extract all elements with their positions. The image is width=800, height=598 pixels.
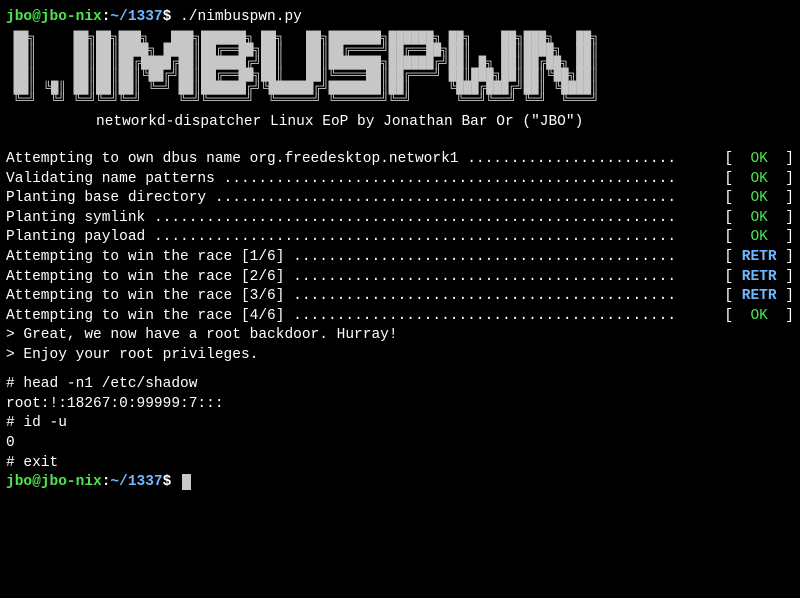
prompt-path: ~/1337 <box>110 474 162 490</box>
root-session-line: # head -n1 /etc/shadow <box>6 375 794 395</box>
log-line: Attempting to win the race [1/6] .......… <box>6 248 794 268</box>
log-dots: ........................................… <box>293 248 716 268</box>
log-label: Planting symlink <box>6 209 154 229</box>
log-dots: ........................................… <box>224 170 716 190</box>
prompt-user-host: jbo@jbo-nix <box>6 474 102 490</box>
prompt-user-host: jbo@jbo-nix <box>6 9 102 25</box>
log-status: [ OK ] <box>716 209 794 229</box>
log-label: Attempting to win the race [4/6] <box>6 307 293 327</box>
prompt-dollar: $ <box>163 9 172 25</box>
prompt-dollar: $ <box>163 474 172 490</box>
log-output: Attempting to own dbus name org.freedesk… <box>6 150 794 326</box>
log-dots: ........................................… <box>293 287 716 307</box>
log-line: Validating name patterns ...............… <box>6 170 794 190</box>
log-status: [ RETR ] <box>716 248 794 268</box>
log-line: Planting payload .......................… <box>6 228 794 248</box>
message-line: > Great, we now have a root backdoor. Hu… <box>6 326 794 346</box>
ascii-banner: ██╗ ██╗██╗███╗ ███╗██████╗ ██╗ ██╗██████… <box>6 32 794 107</box>
command-text: ./nimbuspwn.py <box>180 9 302 25</box>
log-label: Attempting to win the race [3/6] <box>6 287 293 307</box>
log-status: [ OK ] <box>716 307 794 327</box>
log-line: Attempting to win the race [3/6] .......… <box>6 287 794 307</box>
log-dots: ........................................… <box>293 307 716 327</box>
log-dots: ........................ <box>467 150 715 170</box>
log-label: Attempting to win the race [1/6] <box>6 248 293 268</box>
log-dots: ........................................… <box>154 228 716 248</box>
log-status: [ RETR ] <box>716 268 794 288</box>
root-session-line: # id -u <box>6 414 794 434</box>
log-label: Planting payload <box>6 228 154 248</box>
banner-subtitle: networkd-dispatcher Linux EoP by Jonatha… <box>6 113 794 133</box>
prompt-line: jbo@jbo-nix:~/1337$ ./nimbuspwn.py <box>6 8 794 28</box>
root-session-line: # exit <box>6 454 794 474</box>
log-line: Attempting to win the race [2/6] .......… <box>6 268 794 288</box>
log-line: Attempting to own dbus name org.freedesk… <box>6 150 794 170</box>
root-session-line: 0 <box>6 434 794 454</box>
log-line: Planting base directory ................… <box>6 189 794 209</box>
log-line: Planting symlink .......................… <box>6 209 794 229</box>
message-output: > Great, we now have a root backdoor. Hu… <box>6 326 794 365</box>
root-session-line: root:!:18267:0:99999:7::: <box>6 395 794 415</box>
log-dots: ........................................… <box>293 268 716 288</box>
log-status: [ OK ] <box>716 150 794 170</box>
log-status: [ OK ] <box>716 170 794 190</box>
log-dots: ........................................… <box>215 189 716 209</box>
log-dots: ........................................… <box>154 209 716 229</box>
log-label: Attempting to own dbus name org.freedesk… <box>6 150 467 170</box>
message-line: > Enjoy your root privileges. <box>6 346 794 366</box>
root-session-output: # head -n1 /etc/shadowroot:!:18267:0:999… <box>6 375 794 473</box>
cursor-icon <box>182 474 191 490</box>
log-status: [ OK ] <box>716 228 794 248</box>
log-status: [ OK ] <box>716 189 794 209</box>
final-prompt-line[interactable]: jbo@jbo-nix:~/1337$ <box>6 473 794 493</box>
log-label: Planting base directory <box>6 189 215 209</box>
log-label: Attempting to win the race [2/6] <box>6 268 293 288</box>
log-label: Validating name patterns <box>6 170 224 190</box>
log-status: [ RETR ] <box>716 287 794 307</box>
prompt-path: ~/1337 <box>110 9 162 25</box>
log-line: Attempting to win the race [4/6] .......… <box>6 307 794 327</box>
